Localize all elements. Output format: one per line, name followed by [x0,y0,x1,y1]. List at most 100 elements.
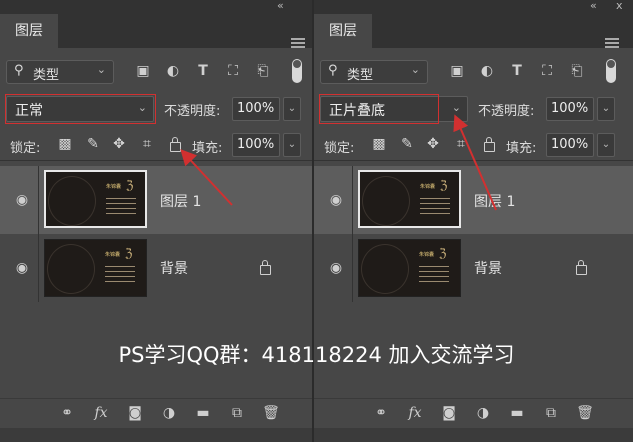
card-title: 朱锦囊 [419,252,435,258]
layer-row-layer1[interactable]: ◉ 朱锦囊 ℨ 图层 1 [314,166,633,234]
lock-transparent-icon[interactable]: ▩ [56,135,74,153]
trash-icon[interactable]: 🗑 [576,403,594,423]
bottom-strip [0,428,312,442]
trash-icon[interactable]: 🗑 [262,403,280,423]
panel-bottom-bar: ⚭ fx ◙ ◑ ▬ ⧉ 🗑 [0,398,312,429]
layers-panel-right: « x 图层 ⚲ 类型 ⌄ ▣ ◐ T ⛶ ⎗ 正片叠底 ⌄ 不透明度: 100… [314,0,633,442]
layer-name[interactable]: 背景 [474,258,502,278]
smart-object-filter-icon[interactable]: ⎗ [568,62,586,80]
chevron-down-icon: ⌄ [451,101,461,114]
filter-toggle[interactable] [606,59,616,83]
mask-icon[interactable]: ◙ [126,403,144,423]
highlight-box [319,94,439,124]
lock-all-icon[interactable] [484,137,495,152]
lock-image-icon[interactable]: ✎ [398,135,416,153]
adjustment-icon[interactable]: ◑ [160,403,178,423]
filter-type-select[interactable]: ⚲ 类型 ⌄ [320,60,428,84]
bottom-strip [314,428,633,442]
smart-object-filter-icon[interactable]: ⎗ [254,62,272,80]
shape-filter-icon[interactable]: ⛶ [538,62,556,80]
card-text-lines [420,198,450,218]
layer-thumbnail[interactable]: 朱锦囊 ℨ [44,239,147,297]
shape-filter-icon[interactable]: ⛶ [224,62,242,80]
filter-toggle[interactable] [292,59,302,83]
new-layer-icon[interactable]: ⧉ [228,403,246,423]
link-icon[interactable]: ⚭ [372,403,390,423]
image-filter-icon[interactable]: ▣ [448,62,466,80]
collapse-icon[interactable]: « [590,0,597,12]
layer-name[interactable]: 背景 [160,258,188,278]
card-logo-icon: ℨ [440,178,448,192]
opacity-dropdown[interactable]: ⌄ [283,97,301,121]
image-filter-icon[interactable]: ▣ [134,62,152,80]
card-text-lines [106,198,136,218]
divider [38,234,39,302]
opacity-dropdown[interactable]: ⌄ [597,97,615,121]
type-filter-icon[interactable]: T [508,62,526,80]
lock-label: 锁定: [324,141,355,156]
layer-name[interactable]: 图层 1 [160,191,201,211]
filter-type-select[interactable]: ⚲ 类型 ⌄ [6,60,114,84]
close-icon[interactable]: x [616,0,623,12]
folder-icon[interactable]: ▬ [194,403,212,423]
panel-menu-icon[interactable] [291,38,305,48]
layer-thumbnail[interactable]: 朱锦囊 ℨ [358,170,461,228]
panel-menu-icon[interactable] [605,38,619,48]
panel-bottom-bar: ⚭ fx ◙ ◑ ▬ ⧉ 🗑 [314,398,633,429]
lock-position-icon[interactable]: ✥ [110,135,128,153]
layer-row-layer1[interactable]: ◉ 朱锦囊 ℨ 图层 1 [0,166,312,234]
type-filter-icon[interactable]: T [194,62,212,80]
opacity-input[interactable]: 100% [232,97,280,121]
eye-icon[interactable]: ◉ [328,260,344,276]
layers-panel-left: « 图层 ⚲ 类型 ⌄ ▣ ◐ T ⛶ ⎗ 正常 ⌄ 不透明度: 100% ⌄ … [0,0,312,442]
tab-layers[interactable]: 图层 [0,14,58,48]
layer-row-background[interactable]: ◉ 朱锦囊 ℨ 背景 [0,234,312,302]
filter-type-label: 类型 [347,68,374,83]
eye-icon[interactable]: ◉ [14,260,30,276]
layer-thumbnail[interactable]: 朱锦囊 ℨ [44,170,147,228]
lock-label: 锁定: [10,141,41,156]
divider [0,160,312,161]
eye-icon[interactable]: ◉ [328,192,344,208]
collapse-icon[interactable]: « [277,0,284,12]
layer-name[interactable]: 图层 1 [474,191,515,211]
lock-transparent-icon[interactable]: ▩ [370,135,388,153]
filter-type-label: 类型 [33,68,60,83]
opacity-label: 不透明度: [164,104,221,119]
fx-icon[interactable]: fx [92,403,110,423]
card-title: 朱锦囊 [420,184,436,190]
folder-icon[interactable]: ▬ [508,403,526,423]
divider [314,160,633,161]
layer-row-background[interactable]: ◉ 朱锦囊 ℨ 背景 [314,234,633,302]
lock-position-icon[interactable]: ✥ [424,135,442,153]
chevron-down-icon: ⌄ [96,63,106,76]
fill-input[interactable]: 100% [232,133,280,157]
fill-input[interactable]: 100% [546,133,594,157]
fill-dropdown[interactable]: ⌄ [597,133,615,157]
highlight-box [5,94,156,124]
overlay-caption: PS学习QQ群：418118224 加入交流学习 [118,343,515,367]
tab-layers[interactable]: 图层 [314,14,372,48]
fx-icon[interactable]: fx [406,403,424,423]
search-icon: ⚲ [328,63,338,78]
lock-image-icon[interactable]: ✎ [84,135,102,153]
lock-artboard-icon[interactable]: ⌗ [138,135,156,153]
layer-thumbnail[interactable]: 朱锦囊 ℨ [358,239,461,297]
adjustment-filter-icon[interactable]: ◐ [164,62,182,80]
eye-icon[interactable]: ◉ [14,192,30,208]
new-layer-icon[interactable]: ⧉ [542,403,560,423]
lock-all-icon[interactable] [170,137,181,152]
mask-icon[interactable]: ◙ [440,403,458,423]
lock-icon [576,260,587,275]
lock-artboard-icon[interactable]: ⌗ [452,135,470,153]
link-icon[interactable]: ⚭ [58,403,76,423]
search-icon: ⚲ [14,63,24,78]
divider [352,166,353,234]
opacity-input[interactable]: 100% [546,97,594,121]
adjustment-filter-icon[interactable]: ◐ [478,62,496,80]
chevron-down-icon: ⌄ [410,63,420,76]
card-text-lines [105,266,135,286]
fill-dropdown[interactable]: ⌄ [283,133,301,157]
adjustment-icon[interactable]: ◑ [474,403,492,423]
panel-top-strip: « [0,0,312,14]
